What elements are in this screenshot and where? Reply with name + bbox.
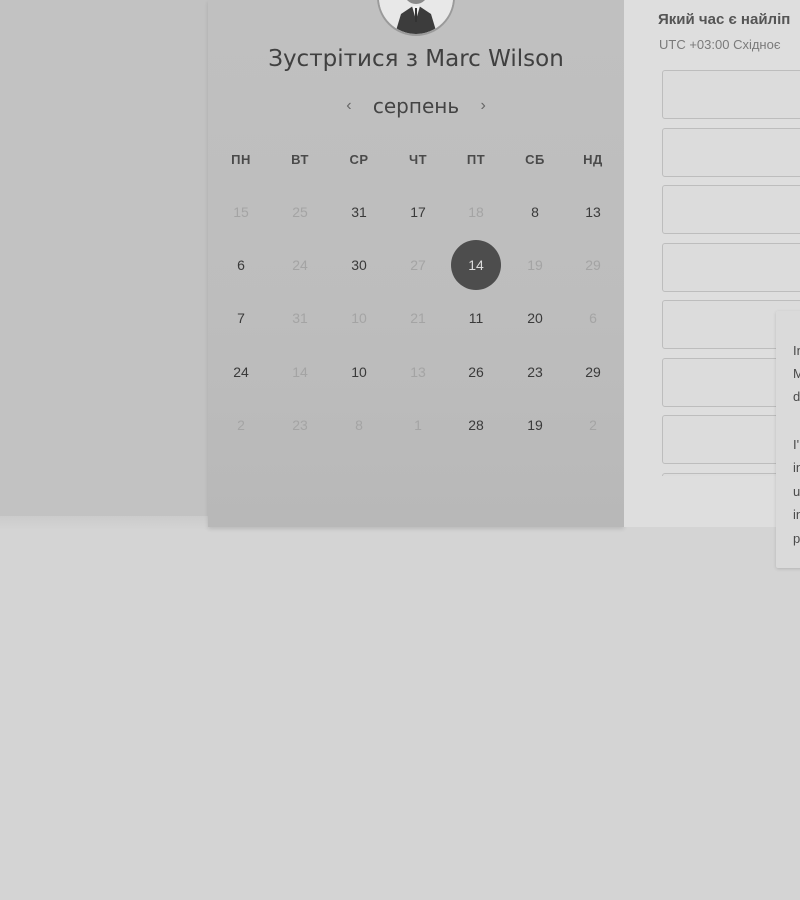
next-month-button[interactable]: › <box>477 97 489 115</box>
weekday-label: ЧТ <box>408 152 428 167</box>
calendar-day: 6 <box>589 310 597 326</box>
meeting-title: Зустрітися з Marc Wilson <box>268 46 564 72</box>
description-line: u <box>793 484 800 499</box>
calendar-day: 21 <box>410 310 426 326</box>
calendar-day[interactable]: 28 <box>451 400 501 450</box>
weekday-label: ПТ <box>466 152 486 167</box>
time-slot-button[interactable] <box>662 185 800 234</box>
calendar-day: 18 <box>468 204 484 220</box>
calendar-day: 27 <box>410 257 426 273</box>
month-label: серпень <box>372 94 460 118</box>
weekday-label: СБ <box>525 152 545 167</box>
calendar-day[interactable]: 13 <box>568 187 618 237</box>
description-line: In <box>793 343 800 358</box>
calendar-day: 15 <box>233 204 249 220</box>
calendar-day-selected[interactable]: 14 <box>451 240 501 290</box>
calendar-day: 31 <box>292 310 308 326</box>
calendar-day: 14 <box>292 364 308 380</box>
time-question: Який час є найліп <box>658 11 791 28</box>
calendar-day[interactable]: 23 <box>510 347 560 397</box>
calendar-day[interactable]: 11 <box>451 293 501 343</box>
description-line: I' <box>793 437 800 452</box>
month-navigation: ‹ серпень › <box>208 92 624 120</box>
calendar-day: 29 <box>585 257 601 273</box>
calendar-day[interactable]: 24 <box>216 347 266 397</box>
description-line: in <box>793 460 800 475</box>
description-line: d <box>793 389 800 404</box>
left-backdrop-shadow <box>0 516 208 530</box>
calendar-day[interactable]: 7 <box>216 293 266 343</box>
description-line: M <box>793 366 800 381</box>
time-slot-button[interactable] <box>662 127 800 177</box>
calendar-day: 24 <box>292 257 308 273</box>
prev-month-button[interactable]: ‹ <box>343 97 355 115</box>
calendar-day[interactable]: 29 <box>568 347 618 397</box>
calendar-day: 10 <box>351 310 367 326</box>
calendar-day: 8 <box>355 417 363 433</box>
description-line: p <box>793 531 800 546</box>
calendar-day: 13 <box>410 364 426 380</box>
calendar-day[interactable]: 8 <box>510 187 560 237</box>
left-backdrop <box>0 0 208 518</box>
time-slot-button[interactable] <box>662 242 800 292</box>
calendar-day[interactable]: 26 <box>451 347 501 397</box>
calendar-day: 19 <box>527 257 543 273</box>
calendar-day[interactable]: 17 <box>393 187 443 237</box>
calendar-day[interactable]: 20 <box>510 293 560 343</box>
timezone-label[interactable]: UTC +03:00 Східноє <box>659 37 780 52</box>
calendar-day[interactable]: 6 <box>216 240 266 290</box>
calendar-day: 2 <box>589 417 597 433</box>
calendar-day[interactable]: 30 <box>334 240 384 290</box>
weekday-label: ВТ <box>291 152 309 167</box>
calendar-day: 1 <box>414 417 422 433</box>
weekday-label: ПН <box>231 152 251 167</box>
calendar-day[interactable]: 10 <box>334 347 384 397</box>
calendar-day: 23 <box>292 417 308 433</box>
description-line: in <box>793 507 800 522</box>
calendar-day: 25 <box>292 204 308 220</box>
calendar-day[interactable]: 19 <box>510 400 560 450</box>
calendar-day: 2 <box>237 417 245 433</box>
calendar-day[interactable]: 31 <box>334 187 384 237</box>
time-slot-button[interactable] <box>662 70 800 119</box>
weekday-label: НД <box>583 152 603 167</box>
weekday-label: СР <box>349 152 369 167</box>
